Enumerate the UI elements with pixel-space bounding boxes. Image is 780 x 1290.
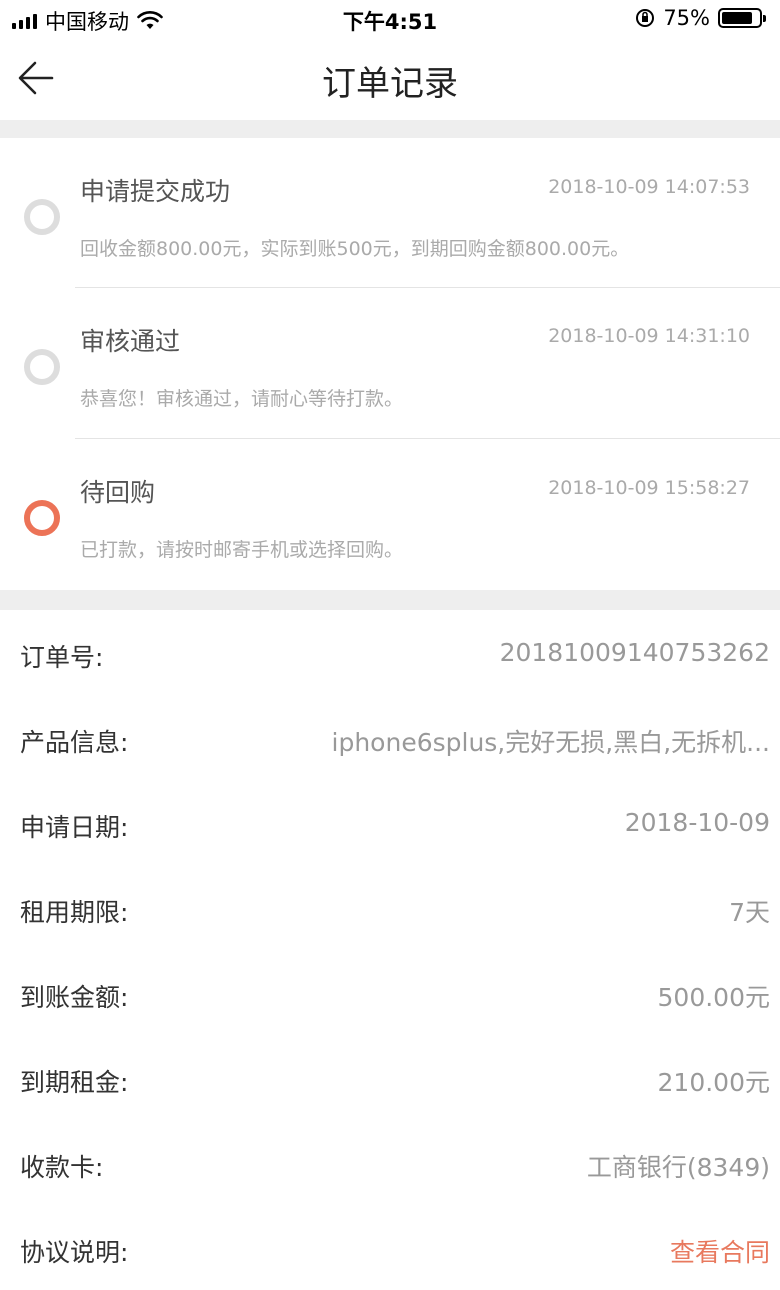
apply-date-value: 2018-10-09 (624, 808, 770, 837)
detail-row-order-number: 订单号: 20181009140753262 (0, 610, 780, 695)
detail-label: 到期租金: (20, 1068, 129, 1097)
rental-term-value: 7天 (729, 898, 770, 927)
product-info-value: iphone6splus,完好无损,黑白,无拆机... (331, 728, 770, 757)
detail-row-product-info: 产品信息: iphone6splus,完好无损,黑白,无拆机... (0, 695, 780, 780)
detail-row-rental-term: 租用期限: 7天 (0, 865, 780, 950)
battery-icon (718, 8, 766, 28)
timeline-step: 申请提交成功 2018-10-09 14:07:53 回收金额800.00元，实… (0, 138, 780, 288)
status-bar-right: 75% (635, 6, 766, 30)
detail-row-agreement: 协议说明: 查看合同 (0, 1205, 780, 1290)
detail-label: 申请日期: (20, 813, 129, 842)
step-title: 申请提交成功 (80, 177, 231, 206)
detail-label: 协议说明: (20, 1238, 129, 1267)
detail-row-received-amount: 到账金额: 500.00元 (0, 950, 780, 1035)
timeline-step: 待回购 2018-10-09 15:58:27 已打款，请按时邮寄手机或选择回购… (0, 440, 780, 590)
order-timeline: 申请提交成功 2018-10-09 14:07:53 回收金额800.00元，实… (0, 138, 780, 590)
received-amount-value: 500.00元 (657, 983, 770, 1012)
step-description: 恭喜您！审核通过，请耐心等待打款。 (80, 388, 404, 410)
status-circle-icon (24, 349, 60, 385)
detail-label: 订单号: (20, 643, 104, 672)
navigation-bar: 订单记录 (0, 38, 780, 120)
timeline-step: 审核通过 2018-10-09 14:31:10 恭喜您！审核通过，请耐心等待打… (0, 289, 780, 439)
orientation-lock-icon (636, 9, 655, 27)
step-description: 已打款，请按时邮寄手机或选择回购。 (80, 539, 404, 561)
step-time: 2018-10-09 14:31:10 (548, 325, 750, 347)
status-circle-active-icon (24, 500, 60, 536)
step-title: 审核通过 (80, 327, 181, 356)
step-time: 2018-10-09 14:07:53 (548, 176, 750, 198)
detail-label: 产品信息: (20, 728, 129, 757)
step-description: 回收金额800.00元，实际到账500元，到期回购金额800.00元。 (80, 238, 630, 260)
divider (75, 287, 780, 288)
section-separator (0, 590, 780, 610)
view-contract-link[interactable]: 查看合同 (670, 1233, 770, 1269)
status-circle-icon (24, 199, 60, 235)
step-time: 2018-10-09 15:58:27 (548, 477, 750, 499)
battery-percent: 75% (663, 6, 710, 30)
detail-label: 租用期限: (20, 898, 129, 927)
payment-card-value: 工商银行(8349) (586, 1153, 770, 1182)
detail-label: 到账金额: (20, 983, 129, 1012)
due-rent-value: 210.00元 (657, 1068, 770, 1097)
status-bar: 中国移动 下午4:51 75% (0, 0, 780, 38)
detail-row-apply-date: 申请日期: 2018-10-09 (0, 780, 780, 865)
detail-label: 收款卡: (20, 1153, 104, 1182)
detail-row-due-rent: 到期租金: 210.00元 (0, 1035, 780, 1120)
divider (75, 438, 780, 439)
page-title: 订单记录 (322, 64, 458, 104)
section-separator (0, 120, 780, 138)
step-title: 待回购 (80, 478, 156, 507)
detail-row-payment-card: 收款卡: 工商银行(8349) (0, 1120, 780, 1205)
order-details: 订单号: 20181009140753262 产品信息: iphone6splu… (0, 610, 780, 1280)
order-number-value: 20181009140753262 (499, 638, 770, 667)
